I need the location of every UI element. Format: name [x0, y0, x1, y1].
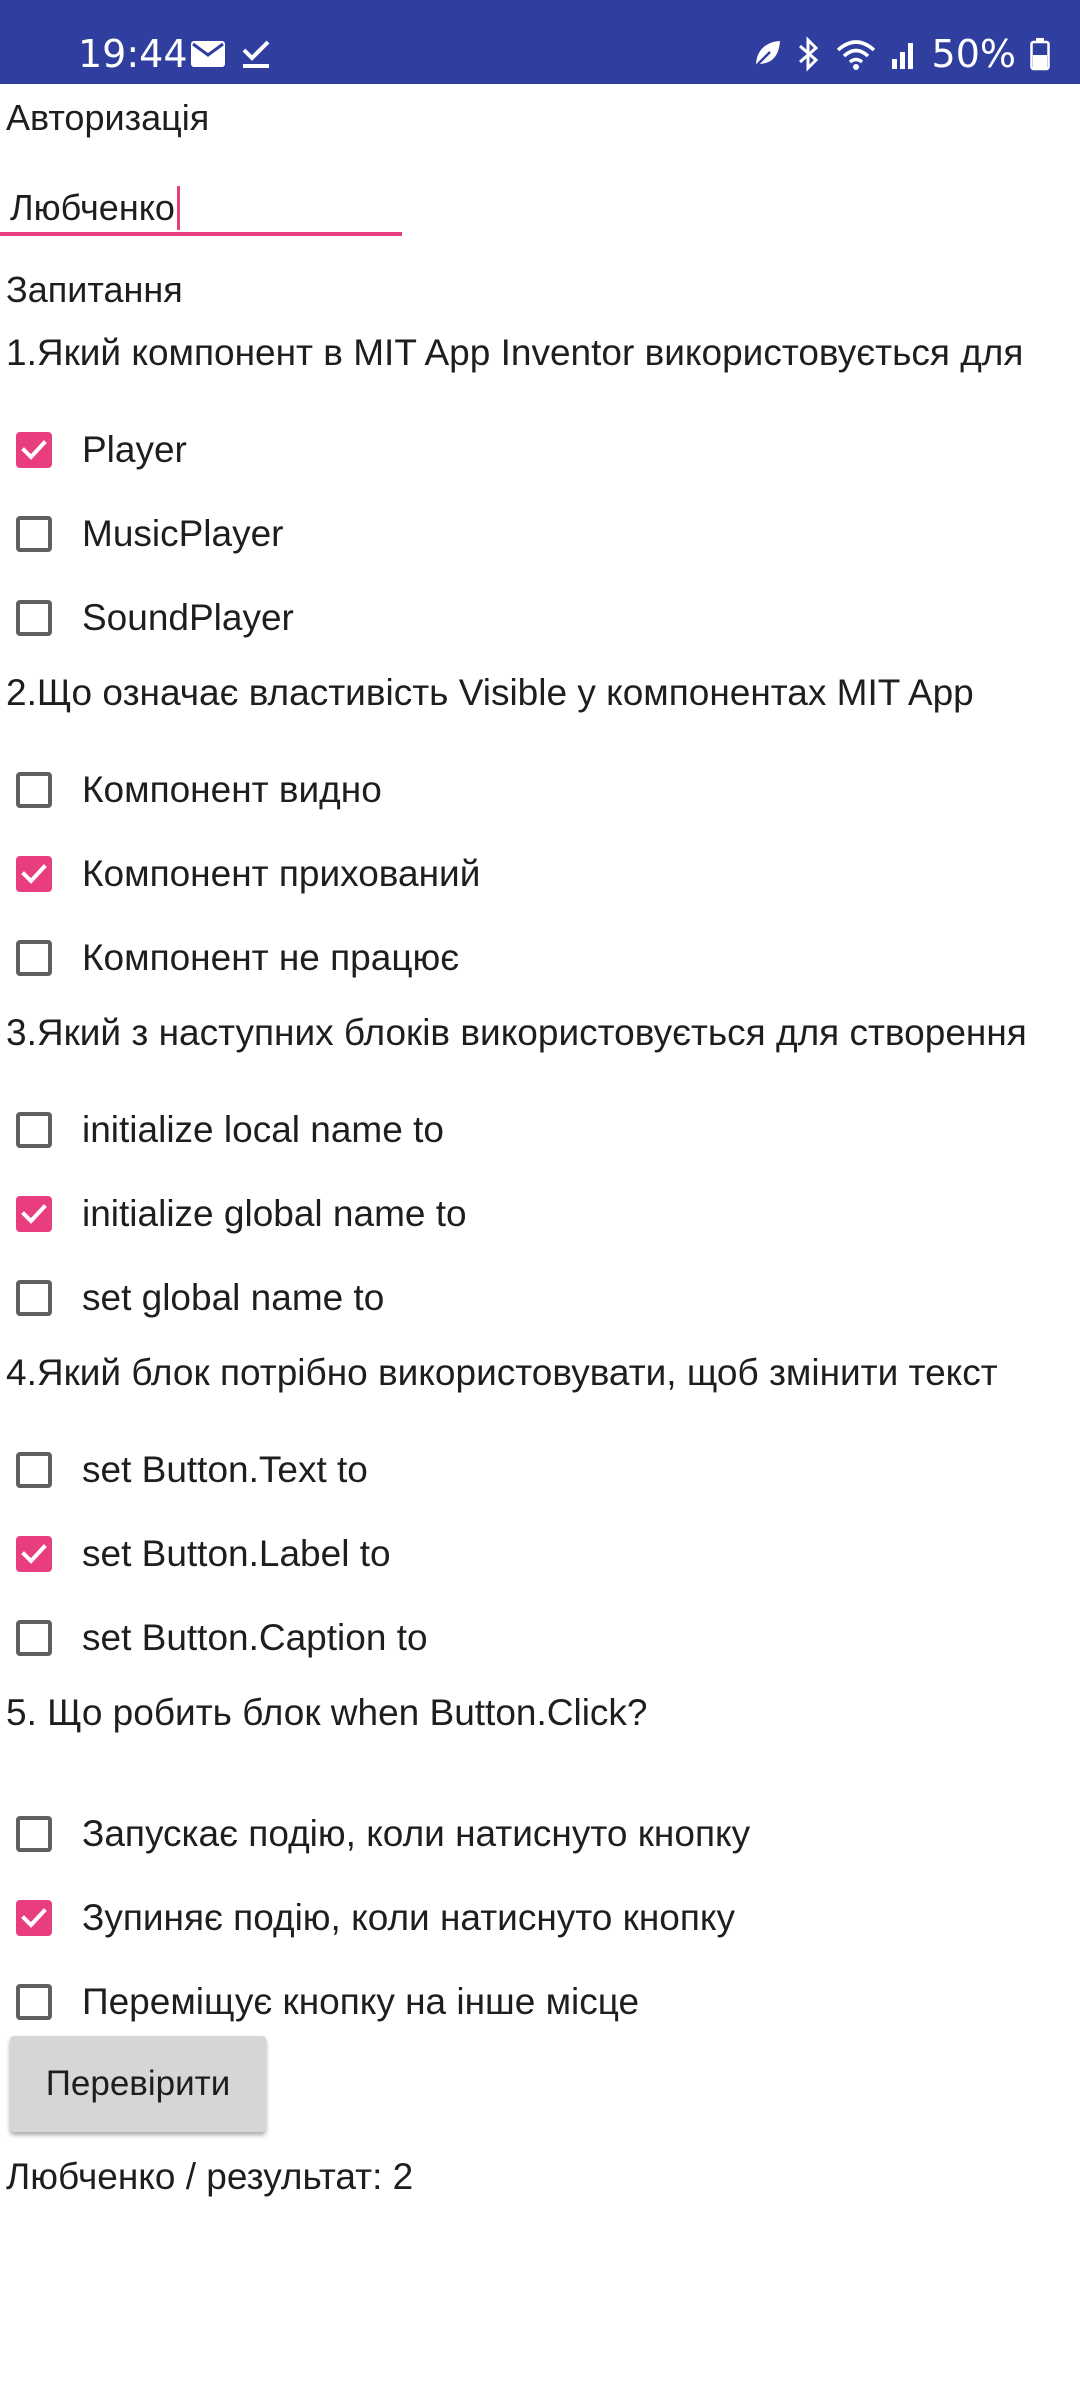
check-button[interactable]: Перевірити: [10, 2036, 266, 2132]
checkbox-unchecked[interactable]: [16, 1280, 52, 1316]
question-3-option-3[interactable]: set global name to: [16, 1268, 384, 1328]
checkbox-unchecked[interactable]: [16, 772, 52, 808]
checkmark-icon: [21, 1204, 47, 1224]
question-4-option-2[interactable]: set Button.Label to: [16, 1524, 391, 1584]
option-label: Переміщує кнопку на інше місце: [82, 1981, 640, 2022]
option-label: SoundPlayer: [82, 597, 294, 638]
question-2-option-2[interactable]: Компонент прихований: [16, 844, 480, 904]
status-notification-icons: [190, 38, 272, 70]
option-label: set global name to: [82, 1277, 385, 1318]
question-5-option-1[interactable]: Запускає подію, коли натиснуто кнопку: [16, 1804, 750, 1864]
signal-icon: [891, 43, 913, 69]
status-bar: 19:44 50%: [0, 0, 1080, 84]
input-underline: [0, 232, 402, 236]
surname-input[interactable]: Любченко: [8, 176, 408, 236]
leaf-icon: [754, 41, 780, 67]
checkbox-checked[interactable]: [16, 1196, 52, 1232]
battery-percent: 50%: [931, 32, 1016, 76]
option-label: MusicPlayer: [82, 513, 284, 554]
checkbox-unchecked[interactable]: [16, 1984, 52, 2020]
text-cursor: [176, 186, 180, 230]
checkmark-icon: [21, 864, 47, 884]
question-4-text: 4.Який блок потрібно використовувати, що…: [6, 1352, 998, 1402]
checkmark-icon: [21, 1908, 47, 1928]
question-5-option-3[interactable]: Переміщує кнопку на інше місце: [16, 1972, 639, 2032]
auth-heading: Авторизація: [6, 97, 210, 138]
option-label: initialize global name to: [82, 1193, 467, 1234]
option-label: initialize local name to: [82, 1109, 444, 1150]
questions-heading: Запитання: [6, 269, 183, 310]
checkbox-unchecked[interactable]: [16, 1112, 52, 1148]
wifi-icon: [836, 40, 875, 70]
question-2-option-1[interactable]: Компонент видно: [16, 760, 382, 820]
question-2-text: 2.Що означає властивість Visible у компо…: [6, 672, 974, 722]
question-3-option-2[interactable]: initialize global name to: [16, 1184, 467, 1244]
question-3-option-1[interactable]: initialize local name to: [16, 1100, 444, 1160]
surname-input-value: Любченко: [10, 187, 175, 228]
question-1-text: 1.Який компонент в MIT App Inventor вико…: [6, 332, 1024, 382]
checkbox-checked[interactable]: [16, 432, 52, 468]
status-system-icons: 50%: [752, 34, 1050, 74]
mail-icon: [191, 41, 225, 67]
option-label: set Button.Label to: [82, 1533, 391, 1574]
checkbox-unchecked[interactable]: [16, 940, 52, 976]
check-icon: [242, 40, 270, 68]
option-label: Компонент не працює: [82, 937, 460, 978]
question-4-option-1[interactable]: set Button.Text to: [16, 1440, 368, 1500]
question-3-text: 3.Який з наступних блоків використовуєть…: [6, 1012, 1027, 1062]
checkbox-unchecked[interactable]: [16, 600, 52, 636]
checkbox-checked[interactable]: [16, 856, 52, 892]
checkmark-icon: [21, 440, 47, 460]
checkbox-checked[interactable]: [16, 1536, 52, 1572]
question-1-option-2[interactable]: MusicPlayer: [16, 504, 284, 564]
option-label: set Button.Text to: [82, 1449, 368, 1490]
checkmark-icon: [21, 1544, 47, 1564]
question-1-option-1[interactable]: Player: [16, 420, 187, 480]
status-time: 19:44: [78, 32, 188, 76]
bluetooth-icon: [798, 36, 818, 72]
battery-icon: [1030, 38, 1050, 71]
option-label: Запускає подію, коли натиснуто кнопку: [82, 1813, 751, 1854]
option-label: set Button.Caption to: [82, 1617, 428, 1658]
checkbox-checked[interactable]: [16, 1900, 52, 1936]
question-4-option-3[interactable]: set Button.Caption to: [16, 1608, 428, 1668]
checkbox-unchecked[interactable]: [16, 1816, 52, 1852]
question-2-option-3[interactable]: Компонент не працює: [16, 928, 459, 988]
option-label: Player: [82, 429, 187, 470]
question-5-text: 5. Що робить блок when Button.Click?: [6, 1692, 648, 1733]
checkbox-unchecked[interactable]: [16, 1620, 52, 1656]
result-label: Любченко / результат: 2: [6, 2156, 414, 2197]
option-label: Компонент прихований: [82, 853, 481, 894]
question-5-option-2[interactable]: Зупиняє подію, коли натиснуто кнопку: [16, 1888, 735, 1948]
checkbox-unchecked[interactable]: [16, 1452, 52, 1488]
question-1-option-3[interactable]: SoundPlayer: [16, 588, 294, 648]
option-label: Компонент видно: [82, 769, 382, 810]
option-label: Зупиняє подію, коли натиснуто кнопку: [82, 1897, 735, 1938]
checkbox-unchecked[interactable]: [16, 516, 52, 552]
